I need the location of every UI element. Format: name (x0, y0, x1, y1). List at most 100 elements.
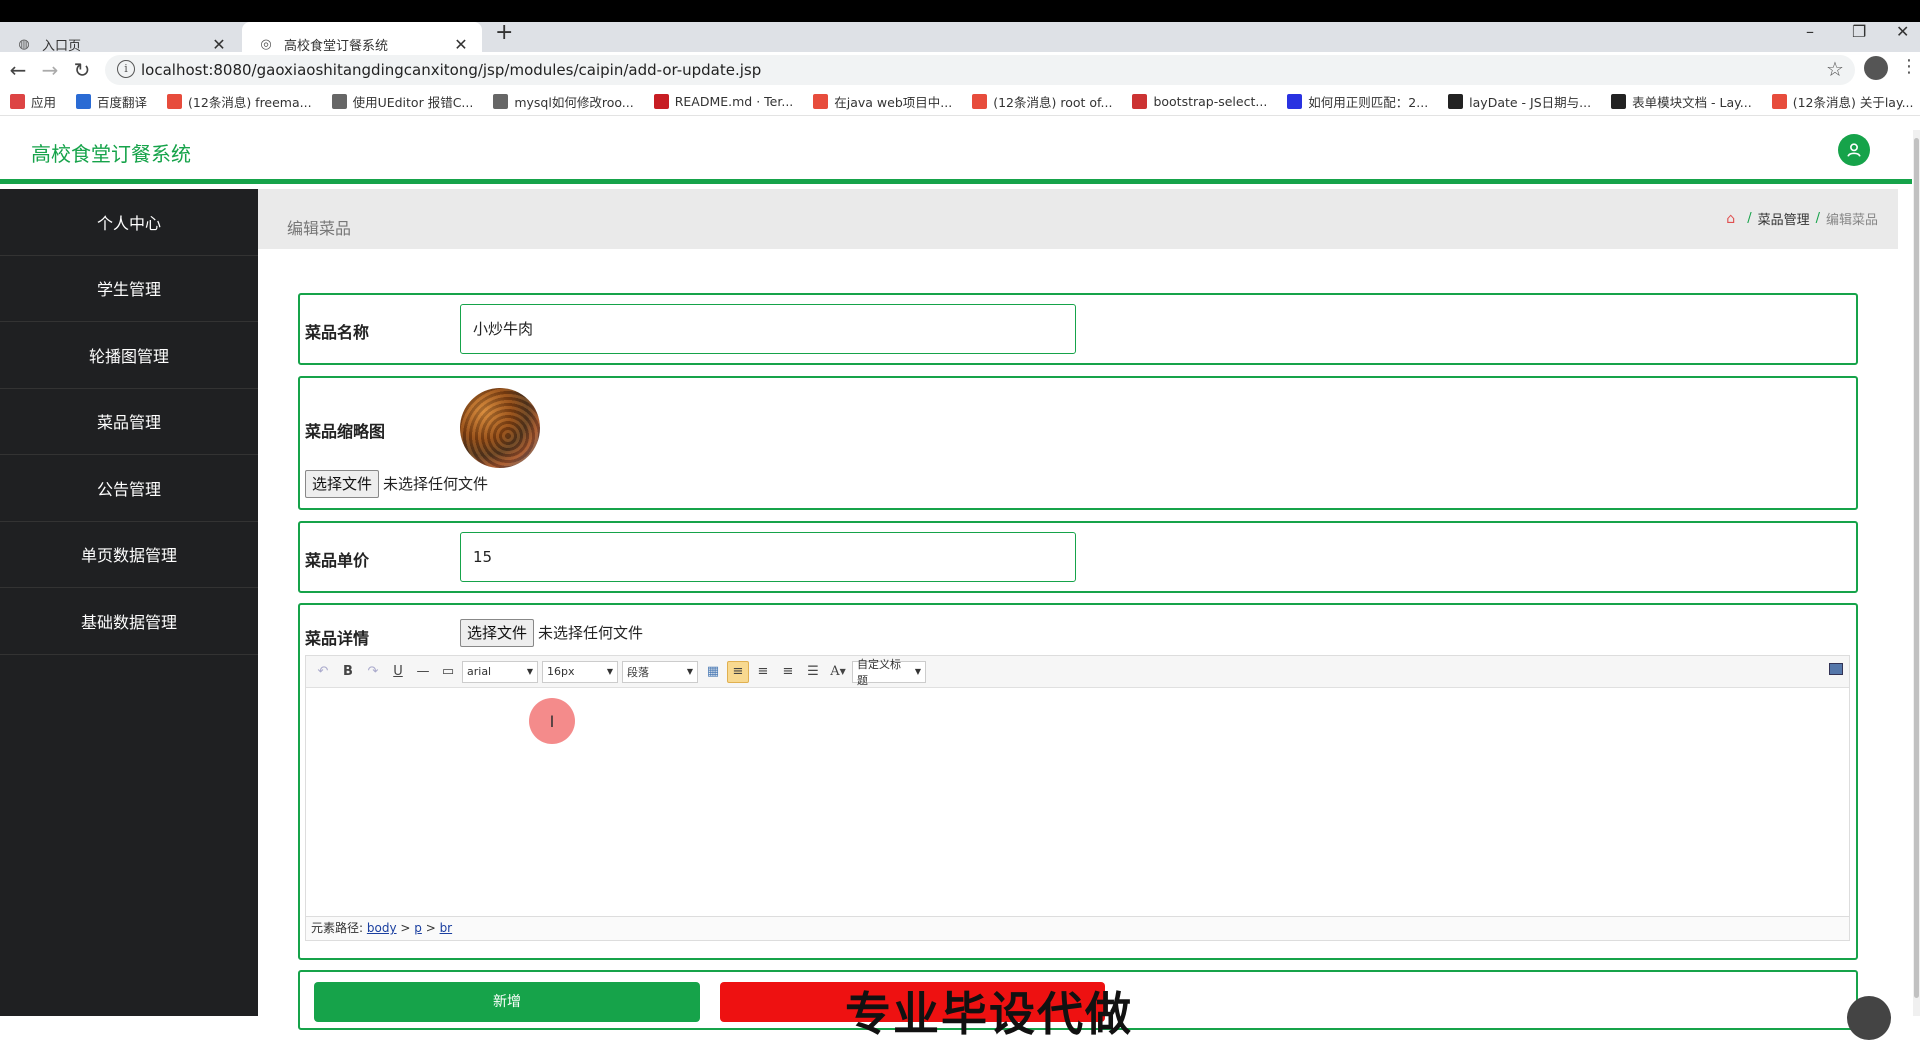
bold-icon[interactable]: B (337, 661, 359, 683)
page-scrollbar[interactable] (1913, 130, 1920, 1016)
user-avatar-icon[interactable] (1838, 134, 1870, 166)
fullscreen-icon[interactable] (1829, 663, 1843, 675)
custom-title-select[interactable]: 自定义标题 ▼ (852, 658, 926, 687)
gitee-icon (653, 94, 669, 109)
align-center-icon[interactable]: ≡ (777, 661, 799, 683)
path-br-link[interactable]: br (440, 921, 453, 935)
bookmark-item[interactable]: (12条消息) freema... (167, 92, 312, 111)
sidebar-item-label: 学生管理 (96, 280, 161, 300)
sidebar-item-dishes[interactable]: 菜品管理 (0, 389, 258, 455)
sidebar-item-single-page[interactable]: 单页数据管理 (0, 522, 258, 588)
undo-icon[interactable]: ↶ (312, 661, 334, 683)
bookmarks-bar: 应用 百度翻译 (12条消息) freema... 使用UEditor 报错C... m… (0, 88, 1920, 116)
profile-icon[interactable] (1864, 56, 1888, 80)
dropdown-arrow-icon: ▼ (914, 667, 921, 676)
apps-icon (10, 94, 25, 109)
breadcrumb-current: 编辑菜品 (1825, 213, 1878, 228)
bookmark-label: 使用UEditor 报错C... (352, 95, 474, 110)
app-header: 高校食堂订餐系统 (0, 118, 1912, 184)
fox-icon (331, 94, 347, 109)
font-family-value: arial (467, 665, 492, 678)
bookmark-item[interactable]: bootstrap-select... (1132, 94, 1267, 109)
info-icon[interactable]: i (117, 60, 135, 78)
bookmark-label: 在java web项目中... (834, 95, 953, 110)
screen-top-bar (0, 0, 1920, 22)
back-icon[interactable]: ← (6, 58, 30, 82)
bookmark-item[interactable]: 表单模块文档 - Lay... (1611, 92, 1752, 111)
submit-button[interactable]: 新增 (314, 982, 700, 1022)
sidebar-item-personal-center[interactable]: 个人中心 (0, 189, 258, 256)
insert-table-icon[interactable]: ▦ (702, 661, 724, 683)
sidebar-item-announcements[interactable]: 公告管理 (0, 455, 258, 522)
redo-icon[interactable]: ↷ (362, 661, 384, 683)
address-bar[interactable]: i localhost:8080/gaoxiaoshitangdingcanxi… (105, 55, 1855, 85)
bookmark-item[interactable]: (12条消息) 关于lay... (1771, 92, 1914, 111)
bookmark-item[interactable]: 百度翻译 (76, 92, 147, 111)
scroll-to-top-icon[interactable] (1847, 996, 1891, 1040)
page-break-icon[interactable]: ▭ (437, 661, 459, 683)
new-tab-icon[interactable]: + (495, 20, 513, 45)
dish-thumbnail-row: 菜品缩略图 选择文件 未选择任何文件 (298, 376, 1858, 510)
horizontal-rule-icon[interactable]: — (412, 661, 434, 683)
font-size-select[interactable]: 16px ▼ (542, 660, 618, 683)
dish-detail-label: 菜品详情 (305, 629, 370, 648)
dish-price-row: 菜品单价 15 (298, 521, 1858, 593)
choose-file-button[interactable]: 选择文件 (460, 619, 535, 647)
home-icon[interactable]: ⌂ (1726, 211, 1735, 227)
dish-thumbnail-label: 菜品缩略图 (305, 422, 386, 441)
globe-icon: ◍ (18, 36, 30, 52)
sidebar-item-carousel[interactable]: 轮播图管理 (0, 322, 258, 389)
scrollbar-thumb[interactable] (1914, 138, 1919, 998)
dish-name-row: 菜品名称 小炒牛肉 (298, 293, 1858, 365)
bookmark-label: README.md · Ter... (674, 94, 794, 109)
file-status: 未选择任何文件 (383, 475, 489, 493)
align-left-icon[interactable]: ≡ (727, 660, 749, 683)
baidu-icon (1287, 94, 1303, 109)
dish-price-input[interactable]: 15 (460, 532, 1076, 582)
detail-file-picker: 选择文件 未选择任何文件 (460, 619, 643, 647)
bookmark-item[interactable]: README.md · Ter... (653, 94, 794, 109)
tab-title: 入口页 (42, 38, 82, 54)
sidebar-item-basic-data[interactable]: 基础数据管理 (0, 588, 258, 655)
bookmark-item[interactable]: 如何用正则匹配：2... (1287, 92, 1428, 111)
bookmark-item[interactable]: layDate - JS日期与... (1448, 92, 1591, 111)
restore-icon[interactable]: ❐ (1852, 22, 1866, 41)
bootstrap-icon (1132, 94, 1148, 109)
bookmark-item[interactable]: mysql如何修改roo... (493, 92, 634, 111)
align-right-icon[interactable]: ≡ (752, 661, 774, 683)
sidebar-item-students[interactable]: 学生管理 (0, 256, 258, 322)
bookmark-item[interactable]: 在java web项目中... (813, 92, 952, 111)
bookmark-star-icon[interactable]: ☆ (1826, 57, 1844, 81)
paragraph-value: 段落 (627, 665, 649, 679)
underline-icon[interactable]: U (387, 661, 409, 683)
bookmark-item[interactable]: (12条消息) root of... (972, 92, 1112, 111)
bookmark-item[interactable]: 使用UEditor 报错C... (331, 92, 474, 111)
minimize-icon[interactable]: – (1806, 22, 1814, 41)
dish-name-input[interactable]: 小炒牛肉 (460, 304, 1076, 354)
reload-icon[interactable]: ↻ (70, 58, 94, 82)
forward-icon[interactable]: → (38, 58, 62, 82)
app-title: 高校食堂订餐系统 (31, 142, 191, 166)
layui-icon (1448, 94, 1464, 109)
path-body-link[interactable]: body (367, 921, 397, 935)
breadcrumb: ⌂ / 菜品管理 / 编辑菜品 (1726, 209, 1878, 229)
align-justify-icon[interactable]: ☰ (802, 661, 824, 683)
bookmark-item[interactable]: 应用 (10, 92, 56, 111)
title-bar: 编辑菜品 ⌂ / 菜品管理 / 编辑菜品 (258, 189, 1898, 249)
sidebar-item-label: 菜品管理 (96, 413, 161, 433)
dish-name-label: 菜品名称 (305, 323, 370, 342)
paragraph-select[interactable]: 段落 ▼ (622, 660, 698, 683)
dropdown-arrow-icon: ▼ (526, 667, 533, 676)
font-color-icon[interactable]: A ▼ (827, 661, 849, 683)
choose-file-button[interactable]: 选择文件 (305, 470, 380, 498)
path-p-link[interactable]: p (414, 921, 422, 935)
font-family-select[interactable]: arial ▼ (462, 660, 538, 683)
font-size-value: 16px (547, 665, 575, 678)
menu-kebab-icon[interactable]: ⋮ (1900, 56, 1918, 77)
breadcrumb-separator: / (1747, 211, 1752, 226)
close-window-icon[interactable]: ✕ (1896, 22, 1909, 41)
breadcrumb-parent[interactable]: 菜品管理 (1758, 209, 1810, 228)
sidebar-item-label: 单页数据管理 (80, 546, 177, 566)
sidebar-item-label: 公告管理 (96, 479, 161, 499)
dish-detail-row: 菜品详情 选择文件 未选择任何文件 ↶ B ↷ U — ▭ arial ▼ 16px… (298, 603, 1858, 960)
